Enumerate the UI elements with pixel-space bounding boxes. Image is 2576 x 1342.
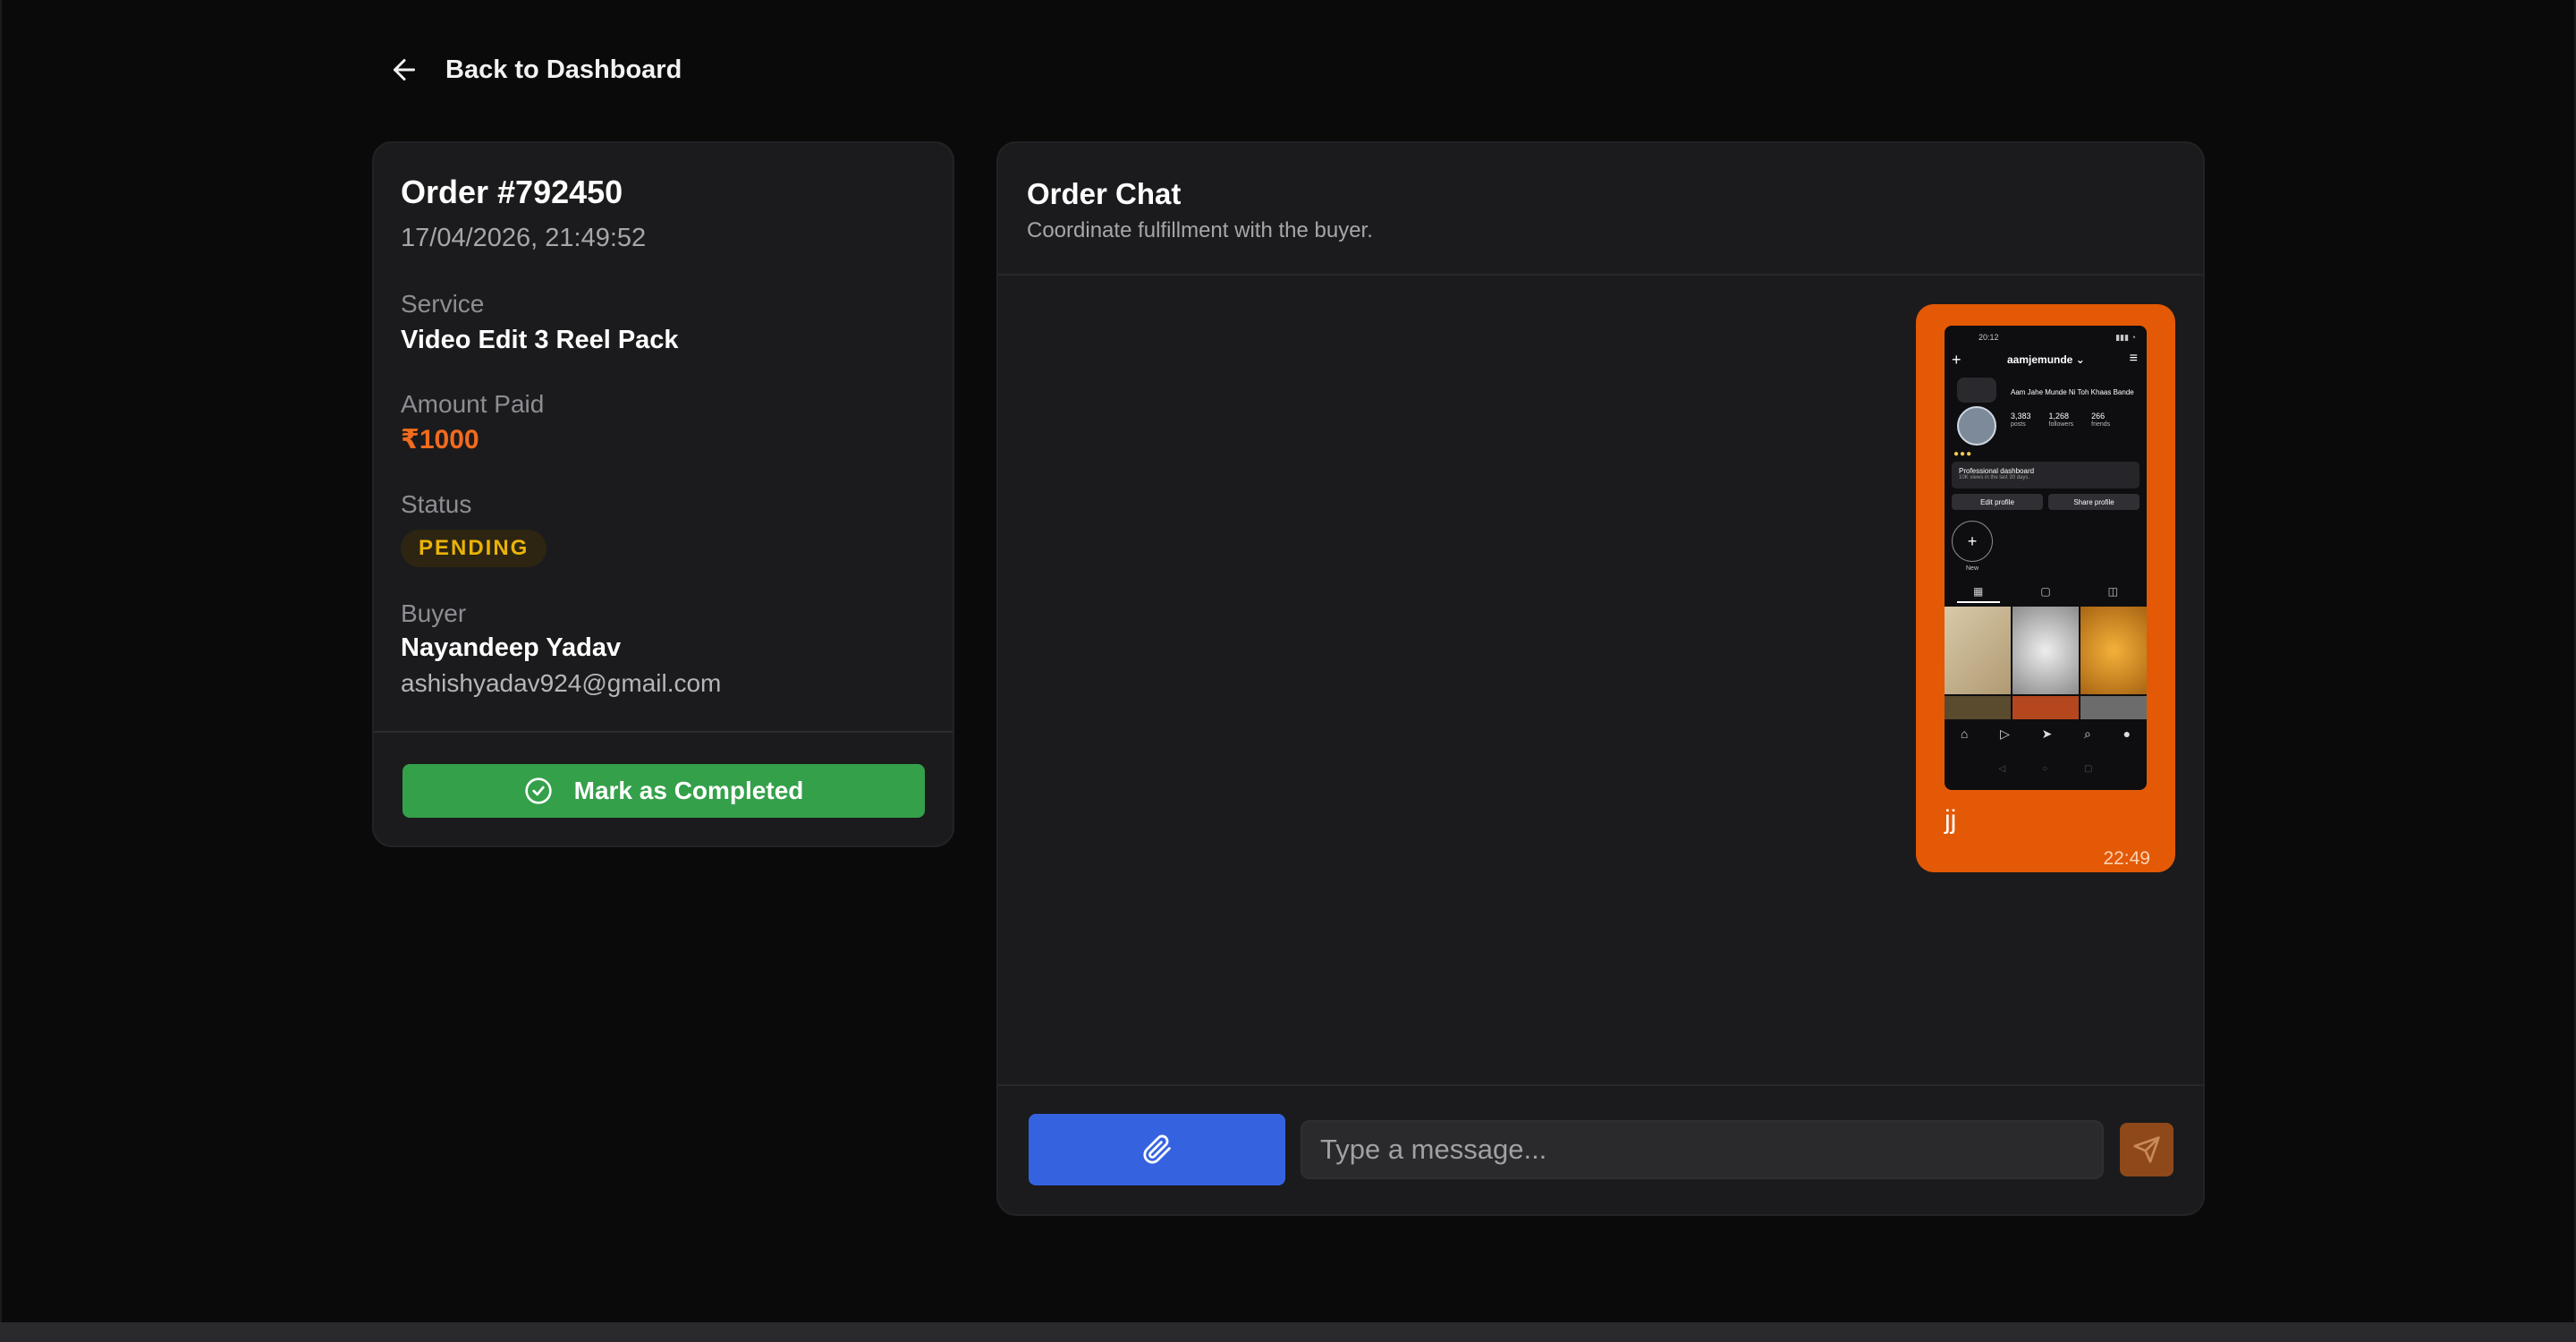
send-nav-icon: ➤	[2041, 726, 2053, 741]
chat-header-divider	[998, 274, 2203, 276]
tagged-icon: ◫	[2107, 585, 2118, 598]
chat-title: Order Chat	[1027, 177, 1182, 210]
message-input[interactable]	[1301, 1120, 2104, 1179]
attach-file-button[interactable]	[1029, 1114, 1285, 1185]
phone-tab-indicator	[1957, 601, 2000, 603]
phone-profile-name: Aam Jahe Munde Ni Toh Khaas Bande	[2011, 388, 2134, 396]
paperclip-icon	[1142, 1134, 1171, 1164]
phone-avatar	[1957, 406, 1996, 446]
reels-icon: ▢	[2040, 585, 2051, 598]
status-label: Status	[401, 490, 472, 518]
back-label: Back to Dashboard	[445, 55, 682, 84]
phone-dashboard: Professional dashboard 10K views in the …	[1952, 462, 2140, 488]
chat-message-bubble: 20:12 ▮▮▮ ◔ + aamjemunde ⌄ ≡ Aam Jahe Mu…	[1916, 304, 2175, 872]
profile-icon: ●	[2123, 726, 2131, 741]
back-to-dashboard-link[interactable]: Back to Dashboard	[388, 50, 682, 89]
chat-input-divider	[998, 1084, 2203, 1086]
phone-note	[1957, 378, 1996, 403]
status-badge: PENDING	[401, 530, 547, 567]
buyer-email: ashishyadav924@gmail.com	[401, 669, 722, 697]
amount-value: ₹1000	[401, 425, 479, 454]
phone-tabs: ▦ ▢ ◫	[1945, 585, 2147, 598]
card-divider	[374, 731, 953, 733]
phone-post-grid	[1945, 607, 2147, 719]
phone-username: aamjemunde ⌄	[2007, 353, 2085, 366]
amount-label: Amount Paid	[401, 390, 545, 418]
order-details-card: Order #792450 17/04/2026, 21:49:52 Servi…	[372, 141, 954, 847]
reels-nav-icon: ▷	[2000, 726, 2010, 741]
arrow-left-icon	[394, 59, 415, 81]
order-chat-panel: Order Chat Coordinate fulfillment with t…	[996, 141, 2205, 1216]
phone-profile-buttons: Edit profile Share profile	[1952, 494, 2140, 510]
check-circle-icon	[524, 777, 552, 804]
plus-icon: +	[1952, 351, 1962, 369]
grid-icon: ▦	[1972, 585, 1984, 598]
mark-as-completed-button[interactable]: Mark as Completed	[402, 764, 925, 818]
phone-new-highlight-icon: +	[1952, 521, 1993, 562]
service-value: Video Edit 3 Reel Pack	[401, 326, 679, 354]
buyer-label: Buyer	[401, 599, 467, 627]
phone-emoji-icon: ●●●	[1953, 449, 1973, 459]
mark-as-completed-label: Mark as Completed	[573, 777, 804, 804]
phone-stats: 3,383 posts 1,268 followers 266 friends	[2011, 412, 2111, 428]
phone-bottom-nav: ⌂ ▷ ➤ ⌕ ●	[1945, 726, 2147, 742]
home-icon: ⌂	[1960, 726, 1969, 741]
message-image-attachment[interactable]: 20:12 ▮▮▮ ◔ + aamjemunde ⌄ ≡ Aam Jahe Mu…	[1945, 326, 2147, 790]
phone-new-label: New	[1966, 565, 1979, 572]
menu-icon: ≡	[2129, 351, 2138, 366]
message-text: jj	[1945, 805, 1957, 835]
message-timestamp: 22:49	[2103, 848, 2150, 869]
search-icon: ⌕	[2084, 726, 2091, 741]
order-date: 17/04/2026, 21:49:52	[401, 224, 647, 252]
window-bottom-bar	[0, 1322, 2576, 1342]
send-button[interactable]	[2120, 1123, 2174, 1176]
chat-subtitle: Coordinate fulfillment with the buyer.	[1027, 218, 1373, 242]
phone-status-bar: 20:12 ▮▮▮ ◔	[1979, 333, 2136, 342]
send-icon	[2133, 1136, 2160, 1163]
service-label: Service	[401, 290, 485, 318]
buyer-name: Nayandeep Yadav	[401, 633, 622, 662]
order-title: Order #792450	[401, 174, 623, 210]
phone-system-nav: ◁ ○ ▢	[1998, 764, 2093, 774]
